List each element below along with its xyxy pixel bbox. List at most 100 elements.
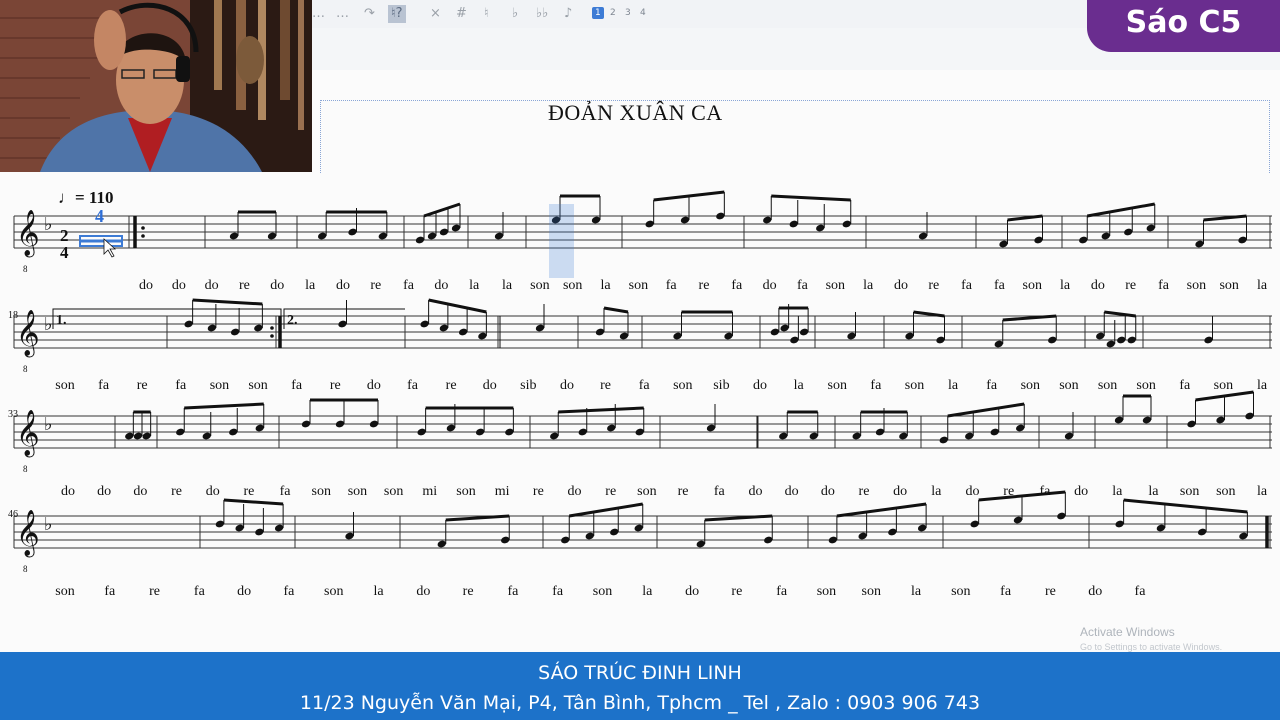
lyric-syllable: la (1257, 484, 1268, 499)
lyric-syllable: son (530, 278, 549, 293)
octave-marker: 8 (23, 264, 28, 274)
lyric-syllable: fa (403, 278, 415, 293)
lyric-syllable: do (748, 484, 762, 499)
lyric-syllable: re (330, 378, 341, 393)
title-frame[interactable] (320, 100, 1270, 173)
lyric-syllable: re (137, 378, 148, 393)
lyric-syllable: son (817, 584, 836, 599)
toolbar-button-natural[interactable]: ♮ (484, 5, 489, 23)
repeat-dot (270, 326, 274, 330)
lyric-syllable: fa (639, 378, 651, 393)
measure-number-33: 33 (8, 409, 18, 420)
lyric-syllable: la (911, 584, 922, 599)
lyric-syllable: do (753, 378, 767, 393)
lyric-syllable: la (373, 584, 384, 599)
staff-system-2: 𝄞 8 ♭ (13, 310, 1272, 374)
key-flat-icon: ♭ (44, 414, 53, 435)
voice-2-button[interactable]: 2 (610, 8, 616, 18)
treble-clef-icon: 𝄞 (16, 210, 40, 258)
toolbar-button-rest[interactable]: ♮? (388, 5, 406, 23)
lyric-syllable: fa (776, 584, 788, 599)
lyric-syllable: do (1074, 484, 1088, 499)
lyric-syllable: fa (1135, 584, 1147, 599)
lyric-syllable: son (1059, 378, 1078, 393)
lyric-syllable: do (133, 484, 147, 499)
lyric-syllable: re (1003, 484, 1014, 499)
volta-2[interactable]: 2. (287, 313, 298, 328)
key-flat-icon: ♭ (44, 314, 53, 335)
lyric-syllable: son (1023, 278, 1042, 293)
toolbar-button-tie[interactable]: ↷ (364, 5, 375, 23)
note-beam (192, 298, 263, 306)
note-beam (704, 514, 773, 522)
lyric-syllable: do (894, 278, 908, 293)
lyric-syllable: do (821, 484, 835, 499)
lyric-syllable: do (966, 484, 980, 499)
voice-1-button[interactable]: 1 (592, 7, 604, 19)
lyric-syllable: do (763, 278, 777, 293)
staff-system-3: 𝄞 8 ♭ (13, 410, 1272, 474)
lyric-syllable: la (502, 278, 513, 293)
footer-studio-name: SÁO TRÚC ĐINH LINH (538, 662, 742, 684)
measure-number-18: 18 (8, 310, 18, 321)
lyric-syllable: do (685, 584, 699, 599)
note-beam (558, 406, 644, 414)
tempo-marking[interactable]: ♩= 110 (58, 188, 114, 207)
lyric-syllable: son (563, 278, 582, 293)
toolbar-button-flat[interactable]: ♭ (512, 5, 518, 23)
lyric-syllable: son (1214, 378, 1233, 393)
lyric-syllable: re (463, 584, 474, 599)
lyric-syllable: fa (731, 278, 743, 293)
toolbar-button-double-flat[interactable]: ♭♭ (536, 5, 548, 23)
lyric-syllable: son (1136, 378, 1155, 393)
lyric-syllable: son (456, 484, 475, 499)
lyric-syllable: fa (194, 584, 206, 599)
toolbar-button-double-dot[interactable]: … (336, 5, 349, 23)
note-beam (836, 502, 927, 518)
lyric-syllable: do (560, 378, 574, 393)
lyric-syllable: do (367, 378, 381, 393)
lyric-syllable: fa (175, 378, 187, 393)
lyric-syllable: la (863, 278, 874, 293)
lyric-syllable: son (210, 378, 229, 393)
score-title[interactable]: ĐOẢN XUÂN CA (548, 100, 723, 126)
note-beam (1203, 214, 1247, 222)
lyric-syllable: la (600, 278, 611, 293)
lyric-syllable: son (348, 484, 367, 499)
note-beam (1123, 498, 1248, 514)
lyric-syllable: son (826, 278, 845, 293)
voice-3-button[interactable]: 3 (625, 8, 631, 18)
note-beam (1002, 314, 1057, 322)
time-signature-denominator[interactable]: 4 (60, 243, 69, 262)
lyric-syllable: do (1088, 584, 1102, 599)
lyric-syllable: fa (1158, 278, 1170, 293)
lyric-syllable: re (859, 484, 870, 499)
toolbar-button-sharp[interactable]: # (456, 5, 467, 23)
toolbar-button-toggle-accidental[interactable]: × (430, 5, 441, 23)
toolbar-button-flip[interactable]: ♪ (564, 5, 572, 23)
footer-address: 11/23 Nguyễn Văn Mại, P4, Tân Bình, Tphc… (299, 692, 981, 714)
lyric-syllable: fa (284, 584, 296, 599)
note-beam (1086, 202, 1156, 218)
toolbar-button-dot[interactable]: … (312, 5, 325, 23)
voice-4-button[interactable]: 4 (640, 8, 646, 18)
lyric-syllable: son (1187, 278, 1206, 293)
lyric-syllable: sib (713, 378, 729, 393)
lyric-syllable: fa (104, 584, 116, 599)
lyric-syllable: la (948, 378, 959, 393)
treble-clef-icon: 𝄞 (16, 410, 40, 458)
volta-1[interactable]: 1. (56, 313, 67, 328)
lyric-syllable: fa (666, 278, 678, 293)
note-beam (445, 514, 510, 522)
duration-hint: 4 (95, 206, 104, 226)
lyric-syllable: mi (495, 484, 510, 499)
lyric-syllable: son (629, 278, 648, 293)
lyric-syllable: son (828, 378, 847, 393)
sheet-music: 𝄞8♭𝄞8♭𝄞8♭𝄞8♭ ♩= 110 4 18 33 46 1. 2. 2 4… (8, 188, 1272, 599)
lyric-syllable: re (678, 484, 689, 499)
lyric-syllable: la (1112, 484, 1123, 499)
lyric-syllable: mi (422, 484, 437, 499)
lyric-syllable: re (149, 584, 160, 599)
lyric-syllable: fa (797, 278, 809, 293)
lyric-syllable: son (862, 584, 881, 599)
